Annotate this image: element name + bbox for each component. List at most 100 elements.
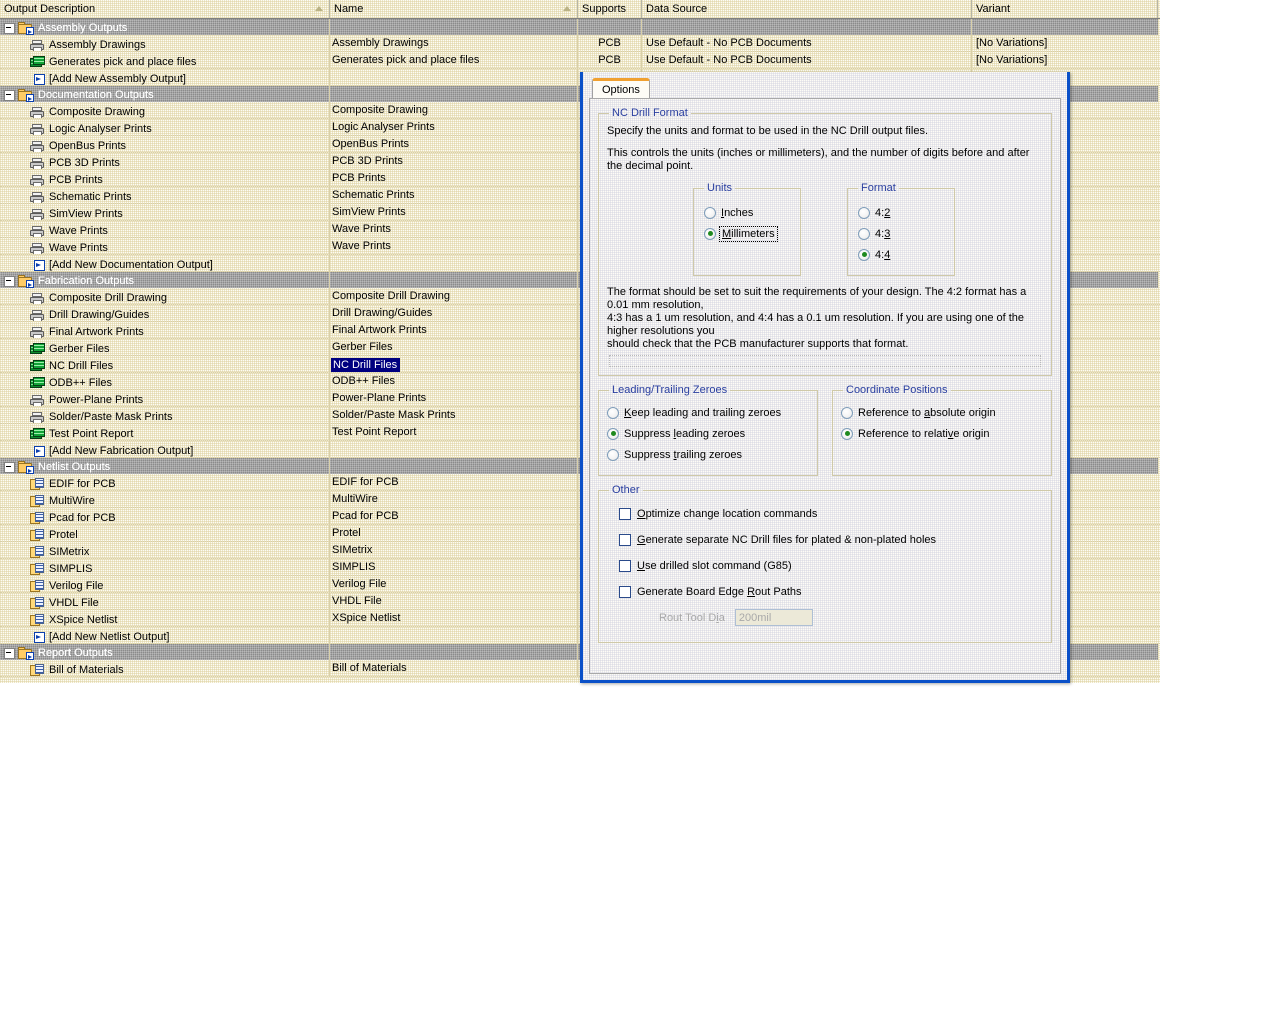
collapse-minus-icon[interactable] — [4, 275, 15, 287]
cell-name[interactable]: Power-Plane Prints — [330, 390, 578, 406]
cell-output-description[interactable]: Schematic Prints — [0, 187, 330, 203]
radio-suppress-trailing-zeroes[interactable]: Suppress trailing zeroes — [607, 446, 809, 463]
cell-name[interactable]: Logic Analyser Prints — [330, 119, 578, 135]
cell-output-description[interactable]: Generates pick and place files — [0, 52, 330, 68]
cell-name[interactable]: Wave Prints — [330, 238, 578, 254]
column-header-name[interactable]: Name — [330, 0, 578, 18]
cell-name[interactable]: Test Point Report — [330, 424, 578, 440]
cell-name[interactable]: ODB++ Files — [330, 373, 578, 389]
cell-output-description[interactable]: SIMPLIS — [0, 559, 330, 575]
cell-output-description[interactable]: Logic Analyser Prints — [0, 119, 330, 135]
cell-name[interactable]: Final Artwork Prints — [330, 322, 578, 338]
cell-variant[interactable]: [No Variations] — [972, 52, 1158, 68]
cell-output-description[interactable]: Bill of Materials — [0, 660, 330, 676]
cell-name[interactable]: NC Drill Files — [330, 356, 578, 372]
cell-output-description[interactable]: SimView Prints — [0, 204, 330, 220]
tab-options[interactable]: Options — [592, 78, 650, 98]
cell-name[interactable]: MultiWire — [330, 491, 578, 507]
cell-output-description[interactable]: PCB 3D Prints — [0, 153, 330, 169]
cell-name[interactable]: Schematic Prints — [330, 187, 578, 203]
cell-output-description[interactable]: Verilog File — [0, 576, 330, 592]
cell-name[interactable]: VHDL File — [330, 593, 578, 609]
checkbox-board-edge-rout-paths[interactable]: Generate Board Edge Rout Paths — [619, 583, 1043, 600]
radio-format-42[interactable]: 4:2 — [858, 204, 940, 221]
cell-name[interactable]: Composite Drill Drawing — [330, 288, 578, 304]
cell-output-description[interactable]: EDIF for PCB — [0, 474, 330, 490]
cell-output-description[interactable]: PCB Prints — [0, 170, 330, 186]
cell-name[interactable]: Solder/Paste Mask Prints — [330, 407, 578, 423]
radio-keep-zeroes[interactable]: Keep leading and trailing zeroes — [607, 404, 809, 421]
cell-output-description[interactable]: XSpice Netlist — [0, 610, 330, 626]
radio-absolute-origin[interactable]: Reference to absolute origin — [841, 404, 1043, 421]
radio-format-43[interactable]: 4:3 — [858, 225, 940, 242]
cell-data-source[interactable]: Use Default - No PCB Documents — [642, 35, 972, 51]
cell-output-description[interactable]: Composite Drill Drawing — [0, 288, 330, 304]
cell-name[interactable]: Composite Drawing — [330, 102, 578, 118]
cell-name[interactable] — [330, 69, 578, 85]
cell-output-description[interactable]: Drill Drawing/Guides — [0, 305, 330, 321]
cell-name[interactable]: Bill of Materials — [330, 660, 578, 676]
radio-relative-origin[interactable]: Reference to relative origin — [841, 425, 1043, 442]
checkbox-generate-separate-files[interactable]: Generate separate NC Drill files for pla… — [619, 531, 1043, 548]
cell-name[interactable]: EDIF for PCB — [330, 474, 578, 490]
radio-suppress-leading-zeroes[interactable]: Suppress leading zeroes — [607, 425, 809, 442]
cell-name[interactable]: Drill Drawing/Guides — [330, 305, 578, 321]
checkbox-optimize-change-location[interactable]: Optimize change location commands — [619, 505, 1043, 522]
table-row[interactable]: Assembly Drawings Assembly Drawings PCB Use… — [0, 35, 1160, 52]
collapse-minus-icon[interactable] — [4, 22, 15, 34]
cell-output-description[interactable]: Final Artwork Prints — [0, 322, 330, 338]
cell-output-description[interactable]: Pcad for PCB — [0, 508, 330, 524]
cell-name[interactable]: PCB Prints — [330, 170, 578, 186]
cell-name[interactable]: Assembly Drawings — [330, 35, 578, 51]
cell-name[interactable] — [330, 627, 578, 643]
cell-output-description[interactable]: Wave Prints — [0, 221, 330, 237]
column-header-output-description[interactable]: Output Description — [0, 0, 330, 18]
cell-data-source[interactable]: Use Default - No PCB Documents — [642, 52, 972, 68]
cell-name[interactable]: Protel — [330, 525, 578, 541]
cell-output-description[interactable]: MultiWire — [0, 491, 330, 507]
cell-output-description[interactable]: Assembly Drawings — [0, 35, 330, 51]
rout-tool-dia-input[interactable] — [734, 609, 813, 626]
cell-name[interactable] — [330, 441, 578, 457]
cell-output-description[interactable]: [Add New Documentation Output] — [0, 255, 330, 271]
cell-name[interactable]: SIMetrix — [330, 542, 578, 558]
cell-output-description[interactable]: SIMetrix — [0, 542, 330, 558]
cell-output-description[interactable]: Protel — [0, 525, 330, 541]
cell-output-description[interactable]: [Add New Assembly Output] — [0, 69, 330, 85]
group-row[interactable]: Assembly Outputs — [0, 19, 1160, 35]
cell-output-description[interactable]: OpenBus Prints — [0, 136, 330, 152]
cell-name[interactable]: Verilog File — [330, 576, 578, 592]
cell-name[interactable]: SIMPLIS — [330, 559, 578, 575]
cell-output-description[interactable]: Solder/Paste Mask Prints — [0, 407, 330, 423]
collapse-minus-icon[interactable] — [4, 647, 15, 659]
checkbox-drilled-slot-command[interactable]: Use drilled slot command (G85) — [619, 557, 1043, 574]
cell-output-description[interactable]: [Add New Netlist Output] — [0, 627, 330, 643]
cell-name[interactable]: Pcad for PCB — [330, 508, 578, 524]
cell-output-description[interactable]: [Add New Fabrication Output] — [0, 441, 330, 457]
cell-output-description[interactable]: NC Drill Files — [0, 356, 330, 372]
cell-name[interactable]: SimView Prints — [330, 204, 578, 220]
radio-units-millimeters[interactable]: Millimeters — [704, 225, 786, 242]
cell-name[interactable]: PCB 3D Prints — [330, 153, 578, 169]
column-header-data-source[interactable]: Data Source — [642, 0, 972, 18]
cell-output-description[interactable]: VHDL File — [0, 593, 330, 609]
cell-name[interactable]: XSpice Netlist — [330, 610, 578, 626]
column-header-supports[interactable]: Supports — [578, 0, 642, 18]
collapse-minus-icon[interactable] — [4, 461, 15, 473]
cell-name[interactable]: Generates pick and place files — [330, 52, 578, 68]
cell-output-description[interactable]: ODB++ Files — [0, 373, 330, 389]
collapse-minus-icon[interactable] — [4, 89, 15, 101]
cell-name[interactable]: OpenBus Prints — [330, 136, 578, 152]
cell-output-description[interactable]: Composite Drawing — [0, 102, 330, 118]
cell-output-description[interactable]: Wave Prints — [0, 238, 330, 254]
cell-name[interactable]: Wave Prints — [330, 221, 578, 237]
cell-variant[interactable]: [No Variations] — [972, 35, 1158, 51]
cell-output-description[interactable]: Gerber Files — [0, 339, 330, 355]
cell-name[interactable] — [330, 255, 578, 271]
radio-format-44[interactable]: 4:4 — [858, 246, 940, 263]
radio-units-inches[interactable]: Inches — [704, 204, 786, 221]
cell-output-description[interactable]: Test Point Report — [0, 424, 330, 440]
table-row[interactable]: Generates pick and place files Generates … — [0, 52, 1160, 69]
column-header-variant[interactable]: Variant — [972, 0, 1158, 18]
cell-name[interactable]: Gerber Files — [330, 339, 578, 355]
